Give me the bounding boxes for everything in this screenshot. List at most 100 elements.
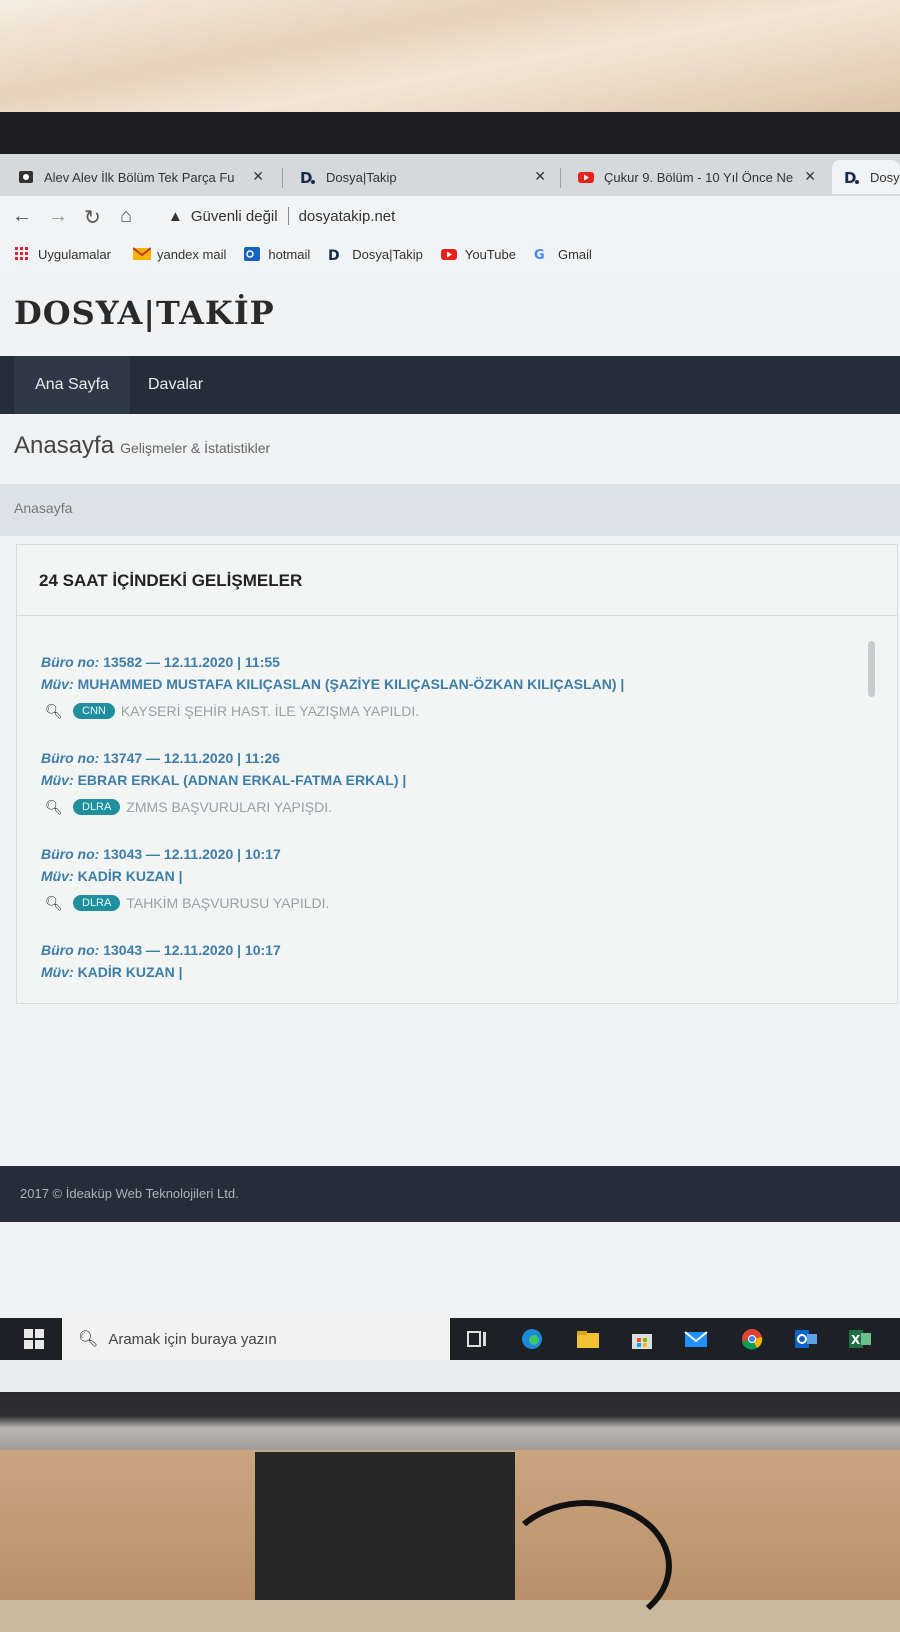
site-logo[interactable]: DOSYA|TAKİP	[14, 294, 275, 332]
file-explorer-icon[interactable]	[576, 1328, 600, 1350]
search-icon[interactable]: 🔍︎	[45, 799, 65, 816]
outlook-icon	[244, 247, 261, 261]
muv-line[interactable]: Müv: KADİR KUZAN |	[41, 865, 329, 887]
svg-text:G: G	[534, 248, 545, 261]
warning-triangle-icon: ▲	[168, 207, 183, 225]
close-icon[interactable]: ✕	[252, 168, 264, 185]
muv-label: Müv:	[41, 676, 74, 692]
bookmark-label: YouTube	[464, 246, 516, 262]
windows-taskbar: 🔍︎ Aramak için buraya yazın X	[0, 1318, 900, 1360]
page-subtitle: Gelişmeler & İstatistikler	[120, 440, 271, 456]
close-icon[interactable]: ✕	[534, 168, 546, 185]
edge-browser-icon[interactable]	[520, 1328, 544, 1350]
dosyatakip-logo-icon: D	[844, 169, 860, 187]
tab-cukur[interactable]: Çukur 9. Bölüm - 10 Yıl Önce Ne ✕	[560, 160, 828, 194]
breadcrumb: Anasayfa	[0, 484, 900, 536]
list-item: Büro no: 13747 — 12.11.2020 | 11:26 Müv:…	[41, 747, 406, 821]
svg-text:X: X	[851, 1333, 861, 1347]
task-view-icon[interactable]	[466, 1328, 490, 1350]
footer-copyright: 2017 © İdeaküp Web Teknolojileri Ltd.	[20, 1186, 239, 1201]
buro-line[interactable]: Büro no: 13582 — 12.11.2020 | 11:55	[41, 651, 624, 673]
bookmark-label: Gmail	[557, 246, 592, 262]
status-badge: DLRA	[73, 895, 121, 911]
muv-value: MUHAMMED MUSTAFA KILIÇASLAN (ŞAZİYE KILI…	[77, 676, 625, 692]
breadcrumb-item[interactable]: Anasayfa	[14, 500, 72, 516]
bookmark-gmail[interactable]: G Gmail	[534, 246, 592, 264]
status-badge: CNN	[73, 703, 115, 719]
search-icon[interactable]: 🔍︎	[45, 895, 65, 912]
muv-line[interactable]: Müv: EBRAR ERKAL (ADNAN ERKAL-FATMA ERKA…	[41, 769, 406, 791]
list-item: Büro no: 13582 — 12.11.2020 | 11:55 Müv:…	[41, 651, 624, 725]
tab-title: Çukur 9. Bölüm - 10 Yıl Önce Ne	[604, 169, 794, 185]
entry-note: 🔍︎ DLRA ZMMS BAŞVURULARI YAPIŞDI.	[41, 793, 406, 821]
muv-value: KADİR KUZAN |	[77, 868, 183, 884]
google-g-icon: G	[534, 247, 550, 263]
excel-icon[interactable]: X	[848, 1328, 872, 1350]
apps-grid-icon	[14, 247, 30, 261]
muv-label: Müv:	[41, 868, 74, 884]
buro-line[interactable]: Büro no: 13043 — 12.11.2020 | 10:17	[41, 939, 281, 961]
back-arrow-icon[interactable]: ←	[12, 205, 32, 228]
reload-icon[interactable]: ↻	[84, 205, 101, 230]
youtube-icon	[578, 169, 594, 185]
svg-text:D: D	[328, 248, 340, 261]
entry-note: 🔍︎ DLRA TAHKİM BAŞVURUSU YAPILDI.	[41, 889, 329, 917]
svg-text:D: D	[300, 169, 312, 185]
top-navigation: Ana Sayfa Davalar	[0, 356, 900, 414]
home-icon[interactable]: ⌂	[120, 205, 132, 228]
bookmark-label: hotmail	[268, 246, 311, 262]
url-text: dosyatakip.net	[298, 207, 396, 225]
tab-alev-alev[interactable]: Alev Alev İlk Bölüm Tek Parça Fu ✕	[0, 160, 276, 194]
nav-ana-sayfa[interactable]: Ana Sayfa	[14, 356, 130, 414]
chrome-icon[interactable]	[740, 1328, 764, 1350]
tab-dosya-takip[interactable]: D Dosya|Takip ✕	[282, 160, 558, 194]
bookmark-label: yandex mail	[156, 246, 227, 262]
bookmark-youtube[interactable]: YouTube	[440, 246, 516, 262]
buro-value: 13043 — 12.11.2020 | 10:17	[103, 942, 281, 958]
windows-start-icon[interactable]	[24, 1329, 44, 1349]
video-site-icon	[18, 169, 34, 185]
youtube-icon	[440, 247, 457, 261]
buro-label: Büro no:	[41, 942, 100, 958]
outlook-icon[interactable]	[794, 1328, 818, 1350]
tab-dosya-active[interactable]: D Dosy	[832, 160, 900, 194]
page-title-text: Anasayfa	[14, 432, 115, 459]
browser-tab-strip: Alev Alev İlk Bölüm Tek Parça Fu ✕ D Dos…	[0, 154, 900, 196]
forward-arrow-icon[interactable]: →	[48, 205, 68, 228]
scrollbar-thumb[interactable]	[868, 641, 875, 697]
svg-text:D: D	[844, 169, 856, 185]
bookmark-label: Dosya|Takip	[352, 246, 423, 262]
muv-label: Müv:	[41, 964, 74, 980]
panel-divider	[17, 615, 897, 616]
note-text: ZMMS BAŞVURULARI YAPIŞDI.	[126, 799, 332, 815]
nav-davalar[interactable]: Davalar	[148, 356, 203, 414]
bookmark-dosya-takip[interactable]: D Dosya|Takip	[328, 246, 423, 265]
buro-value: 13747 — 12.11.2020 | 11:26	[103, 750, 280, 766]
bookmark-apps[interactable]: Uygulamalar	[14, 247, 111, 262]
buro-line[interactable]: Büro no: 13043 — 12.11.2020 | 10:17	[41, 843, 329, 865]
close-icon[interactable]: ✕	[804, 168, 816, 185]
security-label: Güvenli değil	[190, 207, 278, 225]
search-icon[interactable]: 🔍︎	[45, 703, 65, 720]
note-text: TAHKİM BAŞVURUSU YAPILDI.	[126, 895, 330, 911]
taskbar-search-input[interactable]: 🔍︎ Aramak için buraya yazın	[62, 1318, 450, 1360]
store-icon[interactable]	[630, 1328, 654, 1350]
buro-label: Büro no:	[41, 654, 100, 670]
buro-line[interactable]: Büro no: 13747 — 12.11.2020 | 11:26	[41, 747, 406, 769]
mail-icon[interactable]	[684, 1328, 708, 1350]
muv-line[interactable]: Müv: KADİR KUZAN |	[41, 961, 281, 983]
muv-value: EBRAR ERKAL (ADNAN ERKAL-FATMA ERKAL) |	[77, 772, 407, 788]
buro-value: 13582 — 12.11.2020 | 11:55	[103, 654, 280, 670]
list-item: Büro no: 13043 — 12.11.2020 | 10:17 Müv:…	[41, 939, 281, 983]
address-bar[interactable]: ▲ Güvenli değil dosyatakip.net	[168, 202, 395, 230]
monitor-bezel-bottom	[0, 1392, 900, 1452]
cable	[500, 1500, 672, 1632]
buro-label: Büro no:	[41, 846, 100, 862]
muv-label: Müv:	[41, 772, 74, 788]
page-title: Anasayfa Gelişmeler & İstatistikler	[14, 432, 270, 460]
bookmark-yandex-mail[interactable]: yandex mail	[132, 246, 227, 262]
note-text: KAYSERİ ŞEHİR HAST. İLE YAZIŞMA YAPILDI.	[120, 703, 420, 719]
muv-line[interactable]: Müv: MUHAMMED MUSTAFA KILIÇASLAN (ŞAZİYE…	[41, 673, 624, 695]
bookmark-hotmail[interactable]: hotmail	[244, 247, 310, 262]
dosyatakip-logo-icon: D	[300, 169, 316, 187]
